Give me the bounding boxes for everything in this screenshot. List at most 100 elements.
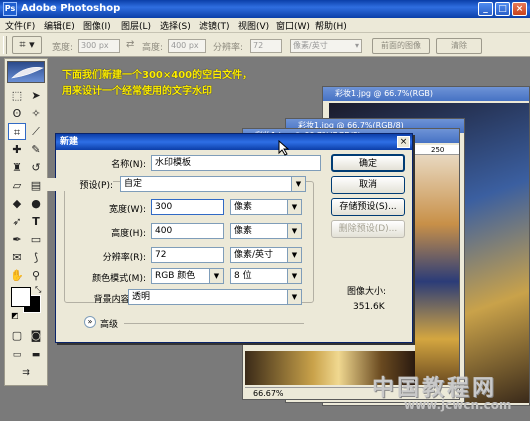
dodge-tool-icon[interactable]: ● [27, 195, 45, 212]
tutorial-note-line2: 用来设计一个经常使用的文字水印 [62, 86, 212, 97]
lasso-tool-icon[interactable]: ʘ [8, 105, 26, 122]
color-mode-label: 颜色模式(M): [92, 274, 146, 284]
grip-handle[interactable] [3, 36, 7, 54]
height-unit-select[interactable]: 像素 ▼ [230, 223, 302, 239]
resolution-input[interactable]: 72 [151, 247, 224, 263]
quick-mask-mode-icon[interactable]: ◙ [27, 327, 45, 344]
preset-value: 自定 [124, 179, 143, 189]
swap-arrows-icon[interactable]: ⇄ [126, 39, 134, 50]
pen-tool-icon[interactable]: ✒ [8, 231, 26, 248]
image-size-value: 351.6K [353, 302, 385, 312]
healing-brush-tool-icon[interactable]: ✚ [8, 141, 26, 158]
document-image-front [415, 155, 459, 385]
resolution-unit-select[interactable]: 像素/英寸 ▾ [290, 39, 362, 53]
brush-tool-icon[interactable]: ✎ [27, 141, 45, 158]
height-input[interactable]: 400 [151, 223, 224, 239]
tutorial-note-line1: 下面我们新建一个300×400的空白文件， [62, 70, 253, 81]
zoom-level[interactable]: 66.67% [253, 389, 284, 398]
path-selection-tool-icon[interactable]: ➶ [8, 213, 26, 230]
zoom-tool-icon[interactable]: ⚲ [27, 267, 45, 284]
width-label: 宽度: [52, 43, 74, 53]
swap-colors-icon[interactable]: ⤡ [35, 285, 41, 295]
standard-mode-icon[interactable]: ▢ [8, 327, 26, 344]
maximize-button[interactable]: □ [495, 2, 510, 16]
advanced-divider [124, 323, 304, 324]
resolution-unit-value: 像素/英寸 [234, 250, 274, 260]
advanced-label[interactable]: 高级 [100, 317, 118, 330]
bit-depth-select[interactable]: 8 位 ▼ [230, 268, 302, 284]
menu-window[interactable]: 窗口(W) [276, 19, 310, 32]
eraser-tool-icon[interactable]: ▱ [8, 177, 26, 194]
width-label: 宽度(W): [109, 205, 146, 215]
shape-tool-icon[interactable]: ▭ [27, 231, 45, 248]
menu-layer[interactable]: 图层(L) [121, 19, 151, 32]
save-preset-button[interactable]: 存储预设(S)... [331, 198, 405, 216]
height-unit-value: 像素 [234, 226, 253, 236]
magic-wand-tool-icon[interactable]: ✧ [27, 105, 45, 122]
move-tool-icon[interactable]: ➤ [27, 87, 45, 104]
adobe-feather-logo[interactable] [7, 61, 45, 83]
history-brush-tool-icon[interactable]: ↺ [27, 159, 45, 176]
dialog-title: 新建 [56, 134, 412, 150]
chevron-down-icon: ▾ [354, 41, 359, 50]
resolution-input[interactable]: 72 [250, 39, 282, 53]
preset-select[interactable]: 自定 ▼ [120, 176, 306, 192]
menu-file[interactable]: 文件(F) [5, 19, 35, 32]
slice-tool-icon[interactable]: ⟋ [27, 123, 45, 140]
front-image-button[interactable]: 前面的图像 [372, 38, 430, 54]
width-unit-select[interactable]: 像素 ▼ [230, 199, 302, 215]
menu-filter[interactable]: 滤镜(T) [199, 19, 230, 32]
chevron-down-icon: ▼ [287, 269, 301, 283]
app-title-bar: Ps Adobe Photoshop _ □ × [0, 0, 530, 18]
color-mode-value: RGB 颜色 [155, 271, 196, 281]
chevron-down-icon: ▼ [287, 248, 301, 262]
new-file-dialog: 新建 × 名称(N): 水印模板 预设(P): 自定 ▼ 宽度(W): 300 像… [43, 133, 413, 343]
foreground-color-swatch[interactable] [11, 287, 31, 307]
blur-tool-icon[interactable]: ◆ [8, 195, 26, 212]
height-label: 高度: [142, 43, 164, 53]
options-bar: ⌗ ▾ 宽度: 300 px ⇄ 高度: 400 px 分辨率: 72 像素/英… [0, 33, 530, 57]
feather-icon [11, 67, 44, 79]
chevron-down-icon: ▼ [287, 290, 301, 304]
cancel-button[interactable]: 取消 [331, 176, 405, 194]
advanced-expand-icon[interactable]: » [84, 316, 96, 328]
menu-select[interactable]: 选择(S) [160, 19, 191, 32]
screen-mode-standard-icon[interactable]: ▭ [8, 347, 26, 364]
tutorial-note: 下面我们新建一个300×400的空白文件， 用来设计一个经常使用的文字水印 [62, 68, 252, 100]
menu-help[interactable]: 帮助(H) [315, 19, 347, 32]
resolution-label: 分辨率: [213, 43, 244, 53]
name-label: 名称(N): [111, 160, 146, 170]
default-colors-icon[interactable]: ◩ [11, 311, 19, 320]
width-input[interactable]: 300 px [78, 39, 120, 53]
name-input[interactable]: 水印模板 [151, 155, 321, 171]
jump-to-imageready-icon[interactable]: ⇉ [17, 365, 35, 382]
menu-edit[interactable]: 编辑(E) [44, 19, 75, 32]
height-input[interactable]: 400 px [168, 39, 206, 53]
type-tool-icon[interactable]: T [27, 213, 45, 230]
menu-image[interactable]: 图像(I) [83, 19, 111, 32]
ruler-mark: 250 [415, 145, 459, 155]
dialog-close-button[interactable]: × [397, 136, 410, 148]
crop-tool-icon[interactable]: ⌗ [8, 123, 26, 140]
color-mode-select[interactable]: RGB 颜色 ▼ [151, 268, 224, 284]
crop-tool-preset-picker[interactable]: ⌗ ▾ [12, 36, 42, 54]
resolution-label: 分辨率(R): [102, 253, 146, 263]
chevron-down-icon: ▼ [287, 200, 301, 214]
background-select[interactable]: 透明 ▼ [128, 289, 302, 305]
document-title-back: 彩妆1.jpg @ 66.7%(RGB) [323, 87, 529, 101]
toolbox: ⬚ ➤ ʘ ✧ ⌗ ⟋ ✚ ✎ ♜ ↺ ▱ ▤ ◆ ● ➶ T ✒ ▭ ✉ ⟆ … [4, 58, 48, 386]
eyedropper-tool-icon[interactable]: ⟆ [27, 249, 45, 266]
close-button[interactable]: × [512, 2, 527, 16]
clear-button[interactable]: 清除 [436, 38, 482, 54]
resolution-unit-select[interactable]: 像素/英寸 ▼ [230, 247, 302, 263]
clone-stamp-tool-icon[interactable]: ♜ [8, 159, 26, 176]
minimize-button[interactable]: _ [478, 2, 493, 16]
marquee-tool-icon[interactable]: ⬚ [8, 87, 26, 104]
menu-view[interactable]: 视图(V) [238, 19, 269, 32]
ok-button[interactable]: 确定 [331, 154, 405, 172]
screen-mode-full-icon[interactable]: ▬ [27, 347, 45, 364]
chevron-down-icon: ▼ [287, 224, 301, 238]
hand-tool-icon[interactable]: ✋ [8, 267, 26, 284]
notes-tool-icon[interactable]: ✉ [8, 249, 26, 266]
width-input[interactable]: 300 [151, 199, 224, 215]
